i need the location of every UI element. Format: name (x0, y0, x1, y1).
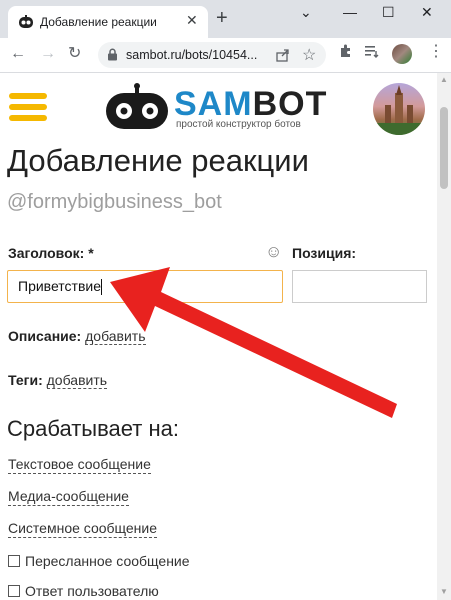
browser-toolbar: ← → ↻ sambot.ru/bots/10454... ☆ ⋮ (0, 38, 451, 73)
user-avatar[interactable] (373, 83, 425, 135)
browser-tab-bar: Добавление реакции ✕ + ⌄ — ☐ ✕ (0, 0, 451, 38)
back-icon[interactable]: ← (10, 46, 26, 62)
user-reply-option: Ответ пользователю (8, 583, 159, 599)
page-content: SAMBOT простой конструктор ботов Добавле… (0, 73, 437, 600)
title-input-value: Приветствие (18, 278, 101, 294)
description-row: Описание: добавить (8, 328, 146, 345)
scroll-up-icon[interactable]: ▲ (440, 75, 448, 84)
user-reply-checkbox[interactable] (8, 585, 20, 597)
tags-row: Теги: добавить (8, 372, 108, 389)
robot-favicon-icon (19, 15, 33, 28)
reading-list-icon[interactable] (364, 43, 380, 59)
trigger-system-message[interactable]: Системное сообщение (8, 519, 158, 538)
share-icon[interactable] (276, 48, 290, 62)
new-tab-button[interactable]: + (216, 8, 228, 28)
minimize-button[interactable]: — (343, 4, 357, 20)
tab-title: Добавление реакции (40, 15, 157, 29)
tags-add-link[interactable]: добавить (46, 372, 108, 389)
title-field-label: Заголовок: * (8, 245, 94, 261)
robot-logo-icon (106, 83, 168, 129)
page-scrollbar[interactable]: ▲ ▼ (437, 73, 451, 600)
logo-tagline: простой конструктор ботов (176, 119, 301, 130)
page-title: Добавление реакции (7, 143, 309, 178)
extensions-puzzle-icon[interactable] (338, 43, 354, 59)
tags-label: Теги: (8, 372, 43, 388)
address-bar[interactable]: sambot.ru/bots/10454... ☆ (98, 42, 326, 68)
tab-close-icon[interactable]: ✕ (186, 12, 198, 29)
description-add-link[interactable]: добавить (85, 328, 146, 345)
forward-icon[interactable]: → (40, 46, 56, 62)
window-collapse-icon[interactable]: ⌄ (300, 4, 312, 21)
browser-tab[interactable]: Добавление реакции ✕ (8, 6, 208, 38)
forwarded-message-label: Пересланное сообщение (25, 553, 190, 569)
forwarded-message-option: Пересланное сообщение (8, 553, 190, 569)
position-input[interactable] (292, 270, 427, 303)
emoji-smiley-icon[interactable]: ☺ (265, 243, 282, 260)
close-window-button[interactable]: ✕ (421, 4, 433, 21)
profile-avatar[interactable] (392, 44, 412, 64)
bookmark-star-icon[interactable]: ☆ (302, 45, 316, 65)
scrollbar-thumb[interactable] (440, 107, 448, 189)
bot-username: @formybigbusiness_bot (7, 191, 222, 213)
hamburger-menu-icon[interactable] (9, 93, 49, 123)
title-input[interactable]: Приветствие (7, 270, 283, 303)
user-reply-label: Ответ пользователю (25, 583, 159, 599)
description-label: Описание: (8, 328, 82, 344)
maximize-button[interactable]: ☐ (382, 4, 395, 21)
cathedral-photo-icon (373, 85, 425, 135)
forwarded-message-checkbox[interactable] (8, 555, 20, 567)
browser-menu-icon[interactable]: ⋮ (428, 44, 444, 60)
trigger-text-message[interactable]: Текстовое сообщение (8, 455, 151, 474)
url-text[interactable]: sambot.ru/bots/10454... (126, 48, 268, 62)
triggers-heading: Срабатывает на: (7, 416, 179, 441)
lock-icon (108, 48, 117, 61)
scroll-down-icon[interactable]: ▼ (440, 587, 448, 596)
text-caret (100, 279, 102, 296)
sambot-logo[interactable]: SAMBOT простой конструктор ботов (104, 81, 334, 133)
trigger-media-message[interactable]: Медиа-сообщение (8, 487, 129, 506)
reload-icon[interactable]: ↻ (68, 46, 81, 62)
position-field-label: Позиция: (292, 245, 357, 261)
